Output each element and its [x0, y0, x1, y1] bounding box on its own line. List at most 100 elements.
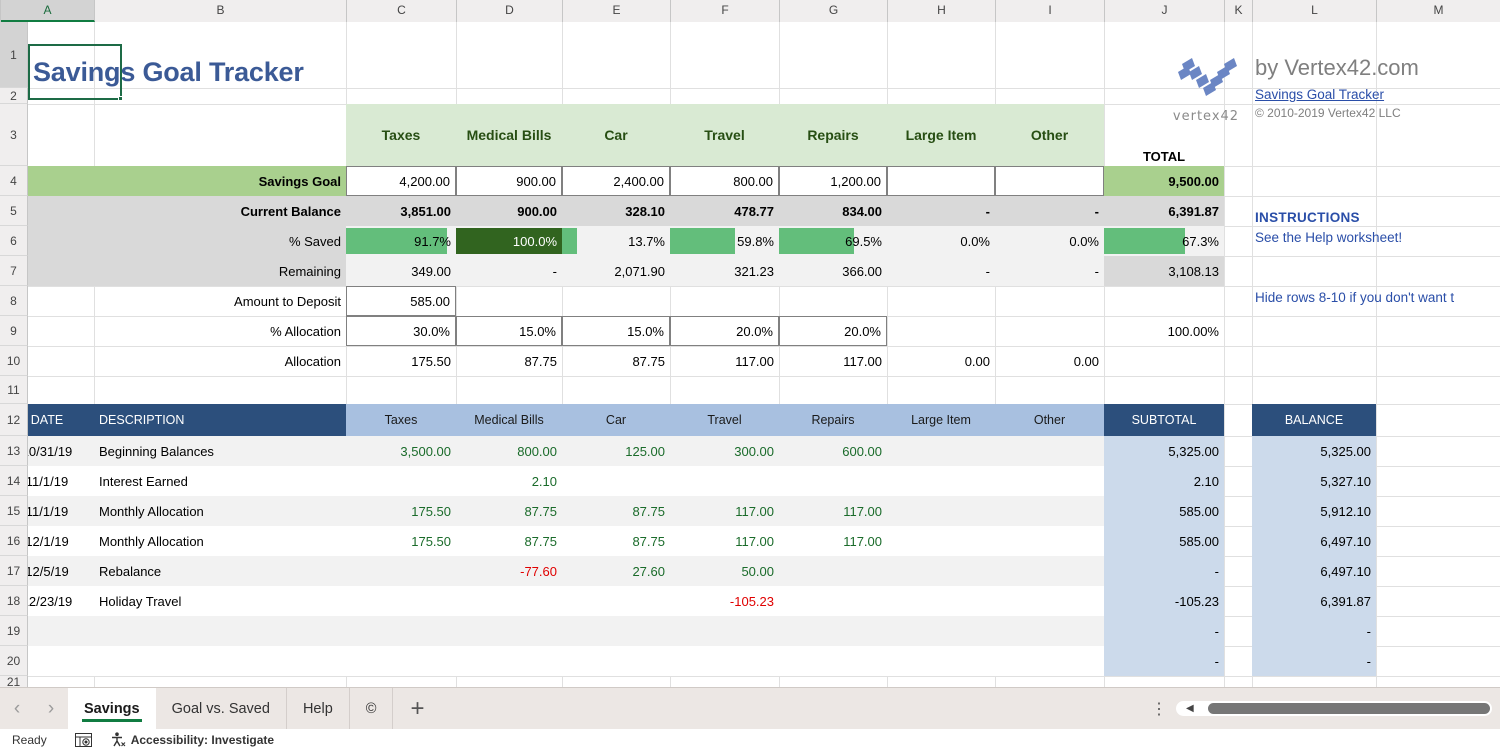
- ledger-amount-r5-c1[interactable]: [456, 586, 562, 616]
- horizontal-scrollbar[interactable]: ◀: [1176, 701, 1492, 716]
- ledger-description-5[interactable]: Holiday Travel: [94, 586, 346, 616]
- ledger-amount-r4-c4[interactable]: [779, 556, 887, 586]
- summary-cell-r2-c2[interactable]: 13.7%: [562, 226, 670, 256]
- ledger-amount-r7-c5[interactable]: [887, 646, 995, 676]
- summary-cell-r1-c4[interactable]: 834.00: [779, 196, 887, 226]
- ledger-balance-1[interactable]: 5,327.10: [1252, 466, 1376, 496]
- ledger-amount-r4-c5[interactable]: [887, 556, 995, 586]
- ledger-amount-r7-c4[interactable]: [779, 646, 887, 676]
- ledger-subtotal-4[interactable]: -: [1104, 556, 1224, 586]
- ledger-amount-r7-c3[interactable]: [670, 646, 779, 676]
- ledger-amount-r5-c5[interactable]: [887, 586, 995, 616]
- row-header-18[interactable]: 18: [0, 586, 28, 616]
- ledger-balance-6[interactable]: -: [1252, 616, 1376, 646]
- ledger-amount-r2-c1[interactable]: 87.75: [456, 496, 562, 526]
- ledger-amount-r2-c6[interactable]: [995, 496, 1104, 526]
- column-header-k[interactable]: K: [1225, 0, 1253, 22]
- summary-total-r1[interactable]: 6,391.87: [1104, 196, 1224, 226]
- ledger-date-7[interactable]: [28, 646, 94, 676]
- ledger-date-3[interactable]: 12/1/19: [28, 526, 94, 556]
- column-header-h[interactable]: H: [888, 0, 996, 22]
- column-header-j[interactable]: J: [1105, 0, 1225, 22]
- row-header-2[interactable]: 2: [0, 88, 28, 104]
- row-header-13[interactable]: 13: [0, 436, 28, 466]
- summary-cell-r0-c6[interactable]: [995, 166, 1104, 196]
- ledger-amount-r2-c2[interactable]: 87.75: [562, 496, 670, 526]
- row-header-1[interactable]: 1: [0, 22, 28, 88]
- ledger-amount-r0-c6[interactable]: [995, 436, 1104, 466]
- row-header-5[interactable]: 5: [0, 196, 28, 226]
- ledger-amount-r7-c1[interactable]: [456, 646, 562, 676]
- chevron-right-icon[interactable]: ›: [34, 688, 68, 730]
- summary-cell-r4-c1[interactable]: [456, 286, 562, 316]
- ledger-balance-4[interactable]: 6,497.10: [1252, 556, 1376, 586]
- summary-cell-r2-c0[interactable]: 91.7%: [346, 226, 456, 256]
- summary-cell-r2-c5[interactable]: 0.0%: [887, 226, 995, 256]
- select-all-corner[interactable]: [0, 0, 1, 22]
- row-header-14[interactable]: 14: [0, 466, 28, 496]
- accessibility-icon[interactable]: [110, 732, 126, 747]
- ledger-amount-r3-c3[interactable]: 117.00: [670, 526, 779, 556]
- summary-cell-r6-c3[interactable]: 117.00: [670, 346, 779, 376]
- ledger-description-4[interactable]: Rebalance: [94, 556, 346, 586]
- summary-total-r5[interactable]: 100.00%: [1104, 316, 1224, 346]
- ledger-amount-r0-c5[interactable]: [887, 436, 995, 466]
- ledger-description-7[interactable]: [94, 646, 346, 676]
- summary-cell-r6-c6[interactable]: 0.00: [995, 346, 1104, 376]
- summary-cell-r3-c5[interactable]: -: [887, 256, 995, 286]
- worksheet-icon[interactable]: [74, 732, 92, 747]
- ledger-amount-r4-c3[interactable]: 50.00: [670, 556, 779, 586]
- summary-cell-r3-c1[interactable]: -: [456, 256, 562, 286]
- column-header-m[interactable]: M: [1377, 0, 1500, 22]
- summary-total-r4[interactable]: [1104, 286, 1224, 316]
- summary-cell-r2-c3[interactable]: 59.8%: [670, 226, 779, 256]
- row-header-10[interactable]: 10: [0, 346, 28, 376]
- column-header-f[interactable]: F: [671, 0, 780, 22]
- sheet-tab-savings[interactable]: Savings: [68, 687, 156, 730]
- ledger-balance-5[interactable]: 6,391.87: [1252, 586, 1376, 616]
- ledger-subtotal-3[interactable]: 585.00: [1104, 526, 1224, 556]
- summary-cell-r6-c5[interactable]: 0.00: [887, 346, 995, 376]
- ledger-amount-r7-c6[interactable]: [995, 646, 1104, 676]
- ledger-amount-r3-c4[interactable]: 117.00: [779, 526, 887, 556]
- ledger-subtotal-2[interactable]: 585.00: [1104, 496, 1224, 526]
- ledger-amount-r3-c6[interactable]: [995, 526, 1104, 556]
- ledger-amount-r1-c2[interactable]: [562, 466, 670, 496]
- summary-cell-r3-c4[interactable]: 366.00: [779, 256, 887, 286]
- summary-cell-r0-c5[interactable]: [887, 166, 995, 196]
- row-header-16[interactable]: 16: [0, 526, 28, 556]
- column-header-e[interactable]: E: [563, 0, 671, 22]
- ledger-amount-r2-c4[interactable]: 117.00: [779, 496, 887, 526]
- summary-cell-r4-c2[interactable]: [562, 286, 670, 316]
- ledger-subtotal-1[interactable]: 2.10: [1104, 466, 1224, 496]
- sheet-tab-[interactable]: ©: [350, 687, 394, 730]
- summary-cell-r1-c0[interactable]: 3,851.00: [346, 196, 456, 226]
- ledger-amount-r5-c3[interactable]: -105.23: [670, 586, 779, 616]
- ledger-date-6[interactable]: [28, 616, 94, 646]
- ledger-subtotal-0[interactable]: 5,325.00: [1104, 436, 1224, 466]
- ledger-description-6[interactable]: [94, 616, 346, 646]
- accessibility-status[interactable]: Accessibility: Investigate: [131, 733, 274, 747]
- summary-cell-r6-c1[interactable]: 87.75: [456, 346, 562, 376]
- summary-cell-r5-c2[interactable]: 15.0%: [562, 316, 670, 346]
- ledger-amount-r3-c0[interactable]: 175.50: [346, 526, 456, 556]
- ledger-amount-r4-c2[interactable]: 27.60: [562, 556, 670, 586]
- ledger-subtotal-7[interactable]: -: [1104, 646, 1224, 676]
- row-header-8[interactable]: 8: [0, 286, 28, 316]
- summary-cell-r0-c4[interactable]: 1,200.00: [779, 166, 887, 196]
- ledger-date-5[interactable]: 12/23/19: [28, 586, 94, 616]
- add-sheet-button[interactable]: +: [393, 695, 441, 723]
- sheet-tab-goal-vs-saved[interactable]: Goal vs. Saved: [156, 687, 287, 730]
- summary-total-r3[interactable]: 3,108.13: [1104, 256, 1224, 286]
- ledger-amount-r0-c4[interactable]: 600.00: [779, 436, 887, 466]
- row-header-20[interactable]: 20: [0, 646, 28, 676]
- summary-total-r0[interactable]: 9,500.00: [1104, 166, 1224, 196]
- ledger-description-1[interactable]: Interest Earned: [94, 466, 346, 496]
- ledger-amount-r3-c5[interactable]: [887, 526, 995, 556]
- summary-total-r6[interactable]: [1104, 346, 1224, 376]
- summary-cell-r1-c2[interactable]: 328.10: [562, 196, 670, 226]
- ledger-balance-3[interactable]: 6,497.10: [1252, 526, 1376, 556]
- sheet-tab-help[interactable]: Help: [287, 687, 350, 730]
- summary-cell-r0-c1[interactable]: 900.00: [456, 166, 562, 196]
- ledger-amount-r6-c6[interactable]: [995, 616, 1104, 646]
